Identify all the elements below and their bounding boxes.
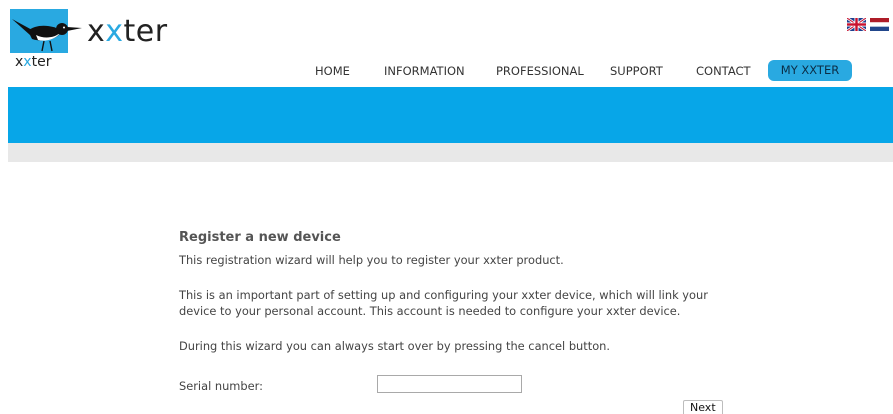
en-flag-icon[interactable]: [847, 18, 866, 31]
next-button[interactable]: Next: [683, 400, 723, 414]
magpie-bird-icon: [12, 19, 82, 52]
nav-item-support[interactable]: SUPPORT: [610, 60, 663, 82]
nl-flag-icon[interactable]: [870, 18, 889, 31]
main-nav: HOME INFORMATION PROFESSIONAL SUPPORT CO…: [0, 60, 893, 82]
page-title: Register a new device: [179, 230, 341, 245]
cancel-note-text: During this wizard you can always start …: [179, 339, 611, 353]
nav-item-contact[interactable]: CONTACT: [696, 60, 751, 82]
important-text-line1: This is an important part of setting up …: [179, 288, 708, 302]
important-text-line2: device to your personal account. This ac…: [179, 304, 681, 318]
nav-item-information[interactable]: INFORMATION: [384, 60, 465, 82]
page: xxter xxter HOME INFORMATION PROFESSIONA…: [0, 0, 893, 414]
header-subbar: [8, 143, 893, 162]
logo-wordmark: xxter: [87, 14, 168, 49]
serial-number-input[interactable]: [377, 375, 522, 393]
language-selector: [847, 18, 889, 31]
nav-item-professional[interactable]: PROFESSIONAL: [496, 60, 584, 82]
nav-item-home[interactable]: HOME: [315, 60, 350, 82]
serial-number-label: Serial number:: [179, 379, 263, 393]
intro-text: This registration wizard will help you t…: [179, 253, 564, 267]
nav-item-my-xxter[interactable]: MY XXTER: [768, 60, 852, 81]
header-banner: [8, 87, 893, 143]
